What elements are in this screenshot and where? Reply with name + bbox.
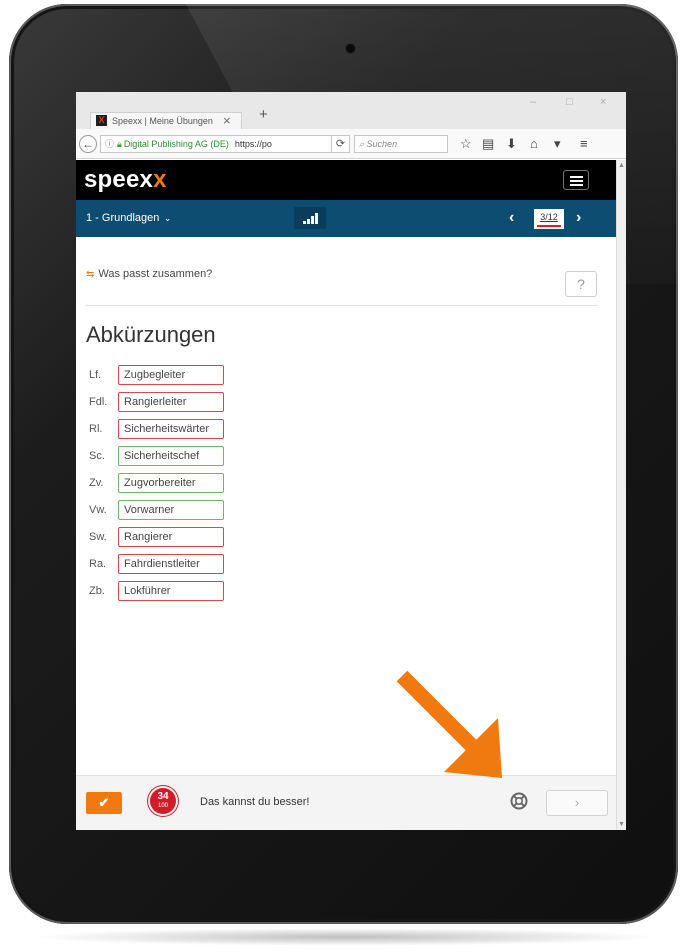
- list-item: Lf. Zugbegleiter: [86, 365, 386, 392]
- list-item: Ra. Fahrdienstleiter: [86, 554, 386, 581]
- site-identity: Digital Publishing AG (DE): [123, 139, 229, 149]
- lesson-dropdown[interactable]: 1 - Grundlagen ⌄: [86, 212, 171, 224]
- answer-box[interactable]: Lokführer: [118, 581, 224, 601]
- check-button[interactable]: ✔: [86, 792, 122, 814]
- app-header: speexx: [76, 160, 616, 200]
- exercise-heading: Abkürzungen: [86, 322, 216, 347]
- exercise-footer: ✔ 34 100 Das kannst du besser! ›: [76, 775, 616, 830]
- abbreviation: Lf.: [89, 369, 102, 381]
- abbreviation: Ra.: [89, 558, 107, 570]
- list-item: Sc. Sicherheitschef: [86, 446, 386, 473]
- next-button[interactable]: ›: [546, 790, 608, 816]
- signal-strength-icon[interactable]: [294, 207, 326, 229]
- answer-box[interactable]: Zugvorbereiter: [118, 473, 224, 493]
- speexx-logo[interactable]: speexx: [84, 166, 167, 194]
- divider: [86, 305, 598, 306]
- scrollbar[interactable]: ▲ ▼: [616, 160, 626, 830]
- match-icon: ⇆: [86, 269, 95, 280]
- tab-title: Speexx | Meine Übungen: [112, 116, 213, 126]
- score-value: 34: [157, 791, 169, 802]
- abbreviation: Vw.: [89, 504, 107, 516]
- menu-icon[interactable]: ≡: [580, 136, 588, 152]
- tablet-shadow: [30, 928, 660, 946]
- abbreviation: Zb.: [89, 585, 105, 597]
- reload-button[interactable]: ⟳: [332, 135, 350, 153]
- score-badge: 34 100: [150, 788, 176, 816]
- orange-pointer-arrow-icon: [396, 670, 502, 778]
- answer-box[interactable]: Rangierer: [118, 527, 224, 547]
- logo-accent: x: [153, 166, 167, 193]
- scroll-down-icon[interactable]: ▼: [618, 821, 625, 828]
- search-icon: ⌕: [359, 139, 367, 149]
- minimize-button[interactable]: –: [530, 96, 536, 108]
- abbreviation: Fdl.: [89, 396, 108, 408]
- web-page: speexx 1 - Grundlagen ⌄ ‹ 3/12 › ⇆ Was pa…: [76, 160, 616, 830]
- answer-box[interactable]: Rangierleiter: [118, 392, 224, 412]
- browser-navbar: ← ⓘ 🔒︎ Digital Publishing AG (DE) https://p…: [76, 129, 626, 159]
- search-placeholder: Suchen: [366, 139, 398, 149]
- list-item: Zv. Zugvorbereiter: [86, 473, 386, 500]
- address-bar[interactable]: ⓘ 🔒︎ Digital Publishing AG (DE) https://po: [100, 135, 332, 153]
- matching-list: Lf. Zugbegleiter Fdl. Rangierleiter Rl. Sic…: [86, 365, 386, 608]
- answer-box[interactable]: Zugbegleiter: [118, 365, 224, 385]
- lesson-label: 1 - Grundlagen: [86, 212, 160, 224]
- reading-list-icon[interactable]: ▤: [482, 136, 494, 152]
- answer-box[interactable]: Vorwarner: [118, 500, 224, 520]
- lesson-bar: 1 - Grundlagen ⌄ ‹ 3/12 ›: [76, 200, 616, 237]
- browser-tab[interactable]: X Speexx | Meine Übungen ×: [90, 112, 242, 129]
- page-indicator-text: 3/12: [540, 212, 558, 222]
- page-indicator[interactable]: 3/12: [534, 209, 564, 229]
- chevron-down-icon: ⌄: [161, 213, 172, 223]
- abbreviation: Sw.: [89, 531, 107, 543]
- tab-close-icon[interactable]: ×: [223, 113, 231, 128]
- list-item: Fdl. Rangierleiter: [86, 392, 386, 419]
- stage: X Speexx | Meine Übungen × + – □ × ← ⓘ 🔒︎…: [0, 0, 683, 952]
- browser-titlebar: X Speexx | Meine Übungen × + – □ ×: [76, 92, 626, 129]
- abbreviation: Sc.: [89, 450, 105, 462]
- back-button[interactable]: ←: [79, 135, 97, 153]
- answer-box[interactable]: Sicherheitswärter: [118, 419, 224, 439]
- download-icon[interactable]: ⬇: [506, 136, 517, 152]
- previous-page-button[interactable]: ‹: [509, 210, 514, 226]
- lock-icon: 🔒︎: [117, 139, 122, 149]
- list-item: Sw. Rangierer: [86, 527, 386, 554]
- list-item: Rl. Sicherheitswärter: [86, 419, 386, 446]
- exercise-instruction: ⇆ Was passt zusammen?: [86, 268, 212, 280]
- new-tab-button[interactable]: +: [259, 106, 268, 123]
- screen: X Speexx | Meine Übungen × + – □ × ← ⓘ 🔒︎…: [76, 92, 626, 830]
- maximize-button[interactable]: □: [566, 96, 573, 108]
- logo-text: speex: [84, 166, 154, 193]
- pocket-icon[interactable]: ▾: [554, 136, 561, 152]
- camera-icon: [346, 44, 355, 53]
- answer-box[interactable]: Fahrdienstleiter: [118, 554, 224, 574]
- home-icon[interactable]: ⌂: [530, 136, 538, 152]
- instruction-text: Was passt zusammen?: [98, 268, 213, 280]
- score-message: Das kannst du besser!: [200, 796, 310, 808]
- list-item: Zb. Lokführer: [86, 581, 386, 608]
- scroll-up-icon[interactable]: ▲: [618, 162, 625, 169]
- next-page-arrow[interactable]: ›: [576, 210, 581, 226]
- search-input[interactable]: ⌕ Suchen: [354, 135, 448, 153]
- abbreviation: Zv.: [89, 477, 104, 489]
- lifebuoy-icon[interactable]: [510, 792, 528, 810]
- speexx-favicon-icon: X: [96, 115, 107, 126]
- list-item: Vw. Vorwarner: [86, 500, 386, 527]
- help-button[interactable]: ?: [565, 271, 597, 297]
- score-max: 100: [157, 803, 168, 809]
- info-icon[interactable]: ⓘ: [105, 136, 114, 152]
- abbreviation: Rl.: [89, 423, 103, 435]
- answer-box[interactable]: Sicherheitschef: [118, 446, 224, 466]
- star-icon[interactable]: ☆: [460, 136, 472, 152]
- url-text: https://po: [234, 139, 272, 149]
- close-window-button[interactable]: ×: [600, 96, 606, 108]
- hamburger-menu-icon[interactable]: [563, 170, 589, 190]
